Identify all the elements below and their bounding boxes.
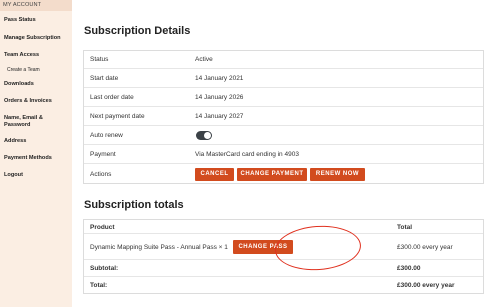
payment-value: Via MasterCard card ending in 4903 <box>195 151 299 158</box>
sidebar-item-payment-methods[interactable]: Payment Methods <box>4 155 52 162</box>
subscription-details-table: Status Active Start date 14 January 2021… <box>83 50 484 184</box>
sidebar-item-orders-invoices[interactable]: Orders & Invoices <box>4 98 52 105</box>
total-label: Total: <box>90 282 108 289</box>
details-row-start-date: Start date 14 January 2021 <box>84 70 483 88</box>
product-name-text: Dynamic Mapping Suite Pass - Annual Pass <box>90 244 217 251</box>
subtotal-label: Subtotal: <box>90 265 119 272</box>
subscription-totals-title: Subscription totals <box>84 199 184 211</box>
toggle-knob <box>204 132 211 139</box>
status-label: Status <box>90 56 109 63</box>
status-value: Active <box>195 56 213 63</box>
sidebar-item-address[interactable]: Address <box>4 138 26 145</box>
details-row-status: Status Active <box>84 51 483 69</box>
sidebar-item-team-access[interactable]: Team Access <box>4 52 39 59</box>
account-sidebar: MY ACCOUNT Pass Status Manage Subscripti… <box>0 0 72 307</box>
sidebar-item-pass-status[interactable]: Pass Status <box>4 17 36 24</box>
product-header: Product <box>90 224 115 231</box>
last-order-label: Last order date <box>90 94 134 101</box>
sidebar-header: MY ACCOUNT <box>0 0 72 11</box>
change-pass-button[interactable]: CHANGE PASS <box>233 240 293 254</box>
subtotal-row: Subtotal: £300.00 <box>84 261 483 277</box>
sidebar-item-downloads[interactable]: Downloads <box>4 81 34 88</box>
sidebar-item-manage-subscription[interactable]: Manage Subscription <box>4 35 61 42</box>
product-row: Dynamic Mapping Suite Pass - Annual Pass… <box>84 235 483 260</box>
total-value: £300.00 every year <box>397 282 455 289</box>
details-row-payment: Payment Via MasterCard card ending in 49… <box>84 146 483 164</box>
sidebar-item-create-team[interactable]: Create a Team <box>7 67 40 73</box>
total-header: Total <box>397 224 413 231</box>
next-payment-label: Next payment date <box>90 113 145 120</box>
change-payment-button[interactable]: CHANGE PAYMENT <box>237 168 307 181</box>
subscription-details-title: Subscription Details <box>84 25 191 37</box>
details-row-auto-renew: Auto renew <box>84 127 483 145</box>
auto-renew-toggle[interactable] <box>196 131 212 140</box>
details-row-last-order: Last order date 14 January 2026 <box>84 89 483 107</box>
last-order-value: 14 January 2026 <box>195 94 244 101</box>
auto-renew-label: Auto renew <box>90 132 123 139</box>
start-date-label: Start date <box>90 75 119 82</box>
product-qty: × 1 <box>218 244 228 251</box>
cancel-button[interactable]: CANCEL <box>195 168 234 181</box>
sidebar-item-logout[interactable]: Logout <box>4 172 23 179</box>
product-total: £300.00 every year <box>397 244 453 251</box>
main-content: Subscription Details Status Active Start… <box>72 0 500 307</box>
details-row-next-payment: Next payment date 14 January 2027 <box>84 108 483 126</box>
details-row-actions: Actions CANCEL CHANGE PAYMENT RENEW NOW <box>84 165 483 184</box>
sidebar-item-name-email-password[interactable]: Name, Email & Password <box>4 115 64 129</box>
subscription-totals-table: Product Total Dynamic Mapping Suite Pass… <box>83 219 484 294</box>
totals-header-row: Product Total <box>84 220 483 234</box>
renew-now-button[interactable]: RENEW NOW <box>310 168 365 181</box>
start-date-value: 14 January 2021 <box>195 75 244 82</box>
actions-label: Actions <box>90 171 112 178</box>
next-payment-value: 14 January 2027 <box>195 113 244 120</box>
product-name: Dynamic Mapping Suite Pass - Annual Pass… <box>90 244 228 251</box>
total-row: Total: £300.00 every year <box>84 278 483 294</box>
subtotal-value: £300.00 <box>397 265 421 272</box>
payment-label: Payment <box>90 151 116 158</box>
